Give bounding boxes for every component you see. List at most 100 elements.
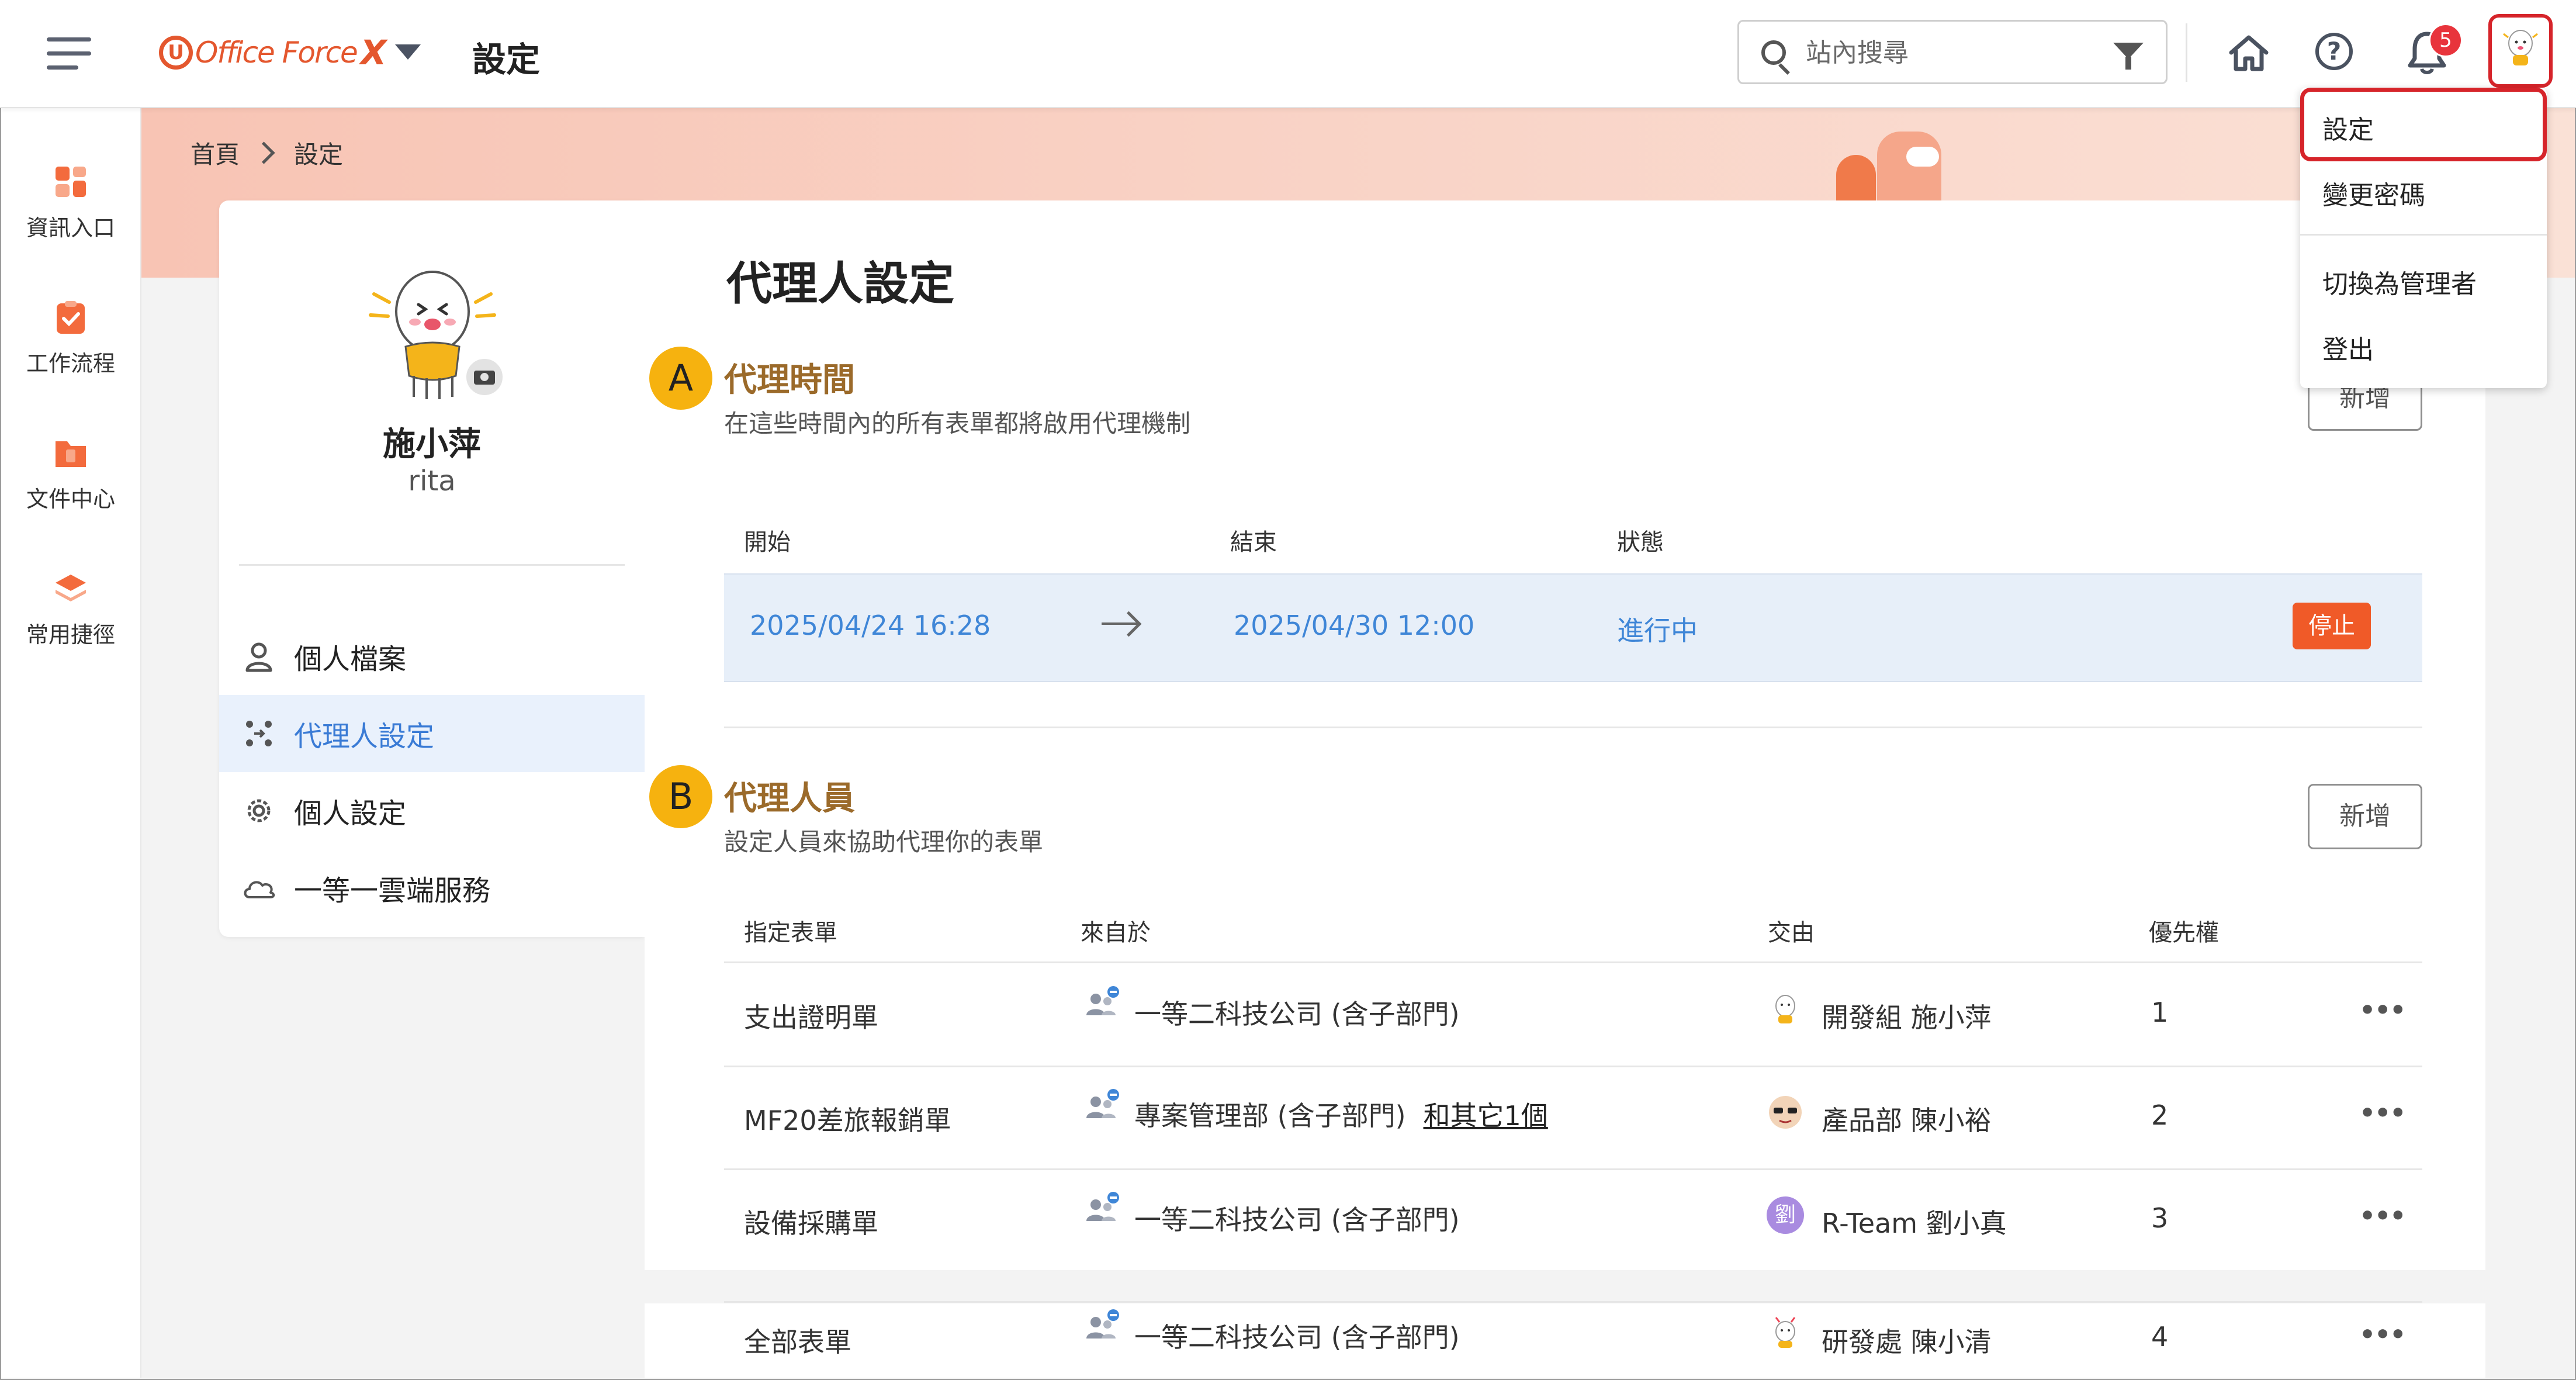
page-heading: 代理人設定 bbox=[726, 258, 955, 310]
more-options-icon[interactable]: ••• bbox=[2359, 1098, 2406, 1128]
logo-text: Office Force bbox=[195, 36, 358, 70]
portal-icon bbox=[56, 167, 86, 197]
cell-from: 一等二科技公司 (含子部門) bbox=[1134, 993, 1460, 1032]
marker-a: A bbox=[649, 347, 712, 410]
breadcrumb-current: 設定 bbox=[294, 140, 344, 169]
from-dept: 一等二科技公司 (含子部門) bbox=[1134, 998, 1460, 1030]
search-box[interactable] bbox=[1737, 20, 2168, 84]
more-options-icon[interactable]: ••• bbox=[2359, 1320, 2406, 1350]
menu-label: 個人設定 bbox=[294, 797, 407, 830]
add-agent-person-button[interactable]: 新增 bbox=[2308, 784, 2422, 849]
menu-label: 一等一雲端服務 bbox=[294, 874, 491, 907]
profile-name: 施小萍 bbox=[383, 426, 481, 464]
brand-logo[interactable]: U Office Force X bbox=[159, 32, 386, 73]
column-header-status: 狀態 bbox=[1617, 529, 1664, 556]
main-panel: 代理人設定 A 代理時間 在這些時間內的所有表單都將啟用代理機制 新增 開始 結… bbox=[645, 200, 2485, 1270]
department-icon bbox=[1086, 1089, 1119, 1118]
more-options-icon[interactable]: ••• bbox=[2359, 995, 2406, 1025]
column-header-priority: 優先權 bbox=[2149, 919, 2219, 946]
more-options-icon[interactable]: ••• bbox=[2359, 1201, 2406, 1231]
section-desc-agent-people: 設定人員來協助代理你的表單 bbox=[724, 828, 1044, 856]
agent-icon bbox=[246, 721, 272, 746]
profile-username: rita bbox=[408, 465, 456, 497]
cell-priority: 3 bbox=[2151, 1202, 2169, 1234]
header-separator bbox=[2186, 23, 2187, 82]
assignee-avatar bbox=[1775, 995, 1795, 1023]
menu-label: 代理人設定 bbox=[294, 720, 435, 753]
cell-priority: 4 bbox=[2151, 1321, 2169, 1353]
filter-icon[interactable] bbox=[2113, 43, 2144, 70]
agent-end-time: 2025/04/30 12:00 bbox=[1234, 610, 1475, 641]
rail-label: 常用捷徑 bbox=[26, 622, 115, 648]
user-avatar[interactable] bbox=[2500, 26, 2541, 72]
menu-item-switch-admin[interactable]: 切換為管理者 bbox=[2322, 263, 2477, 300]
assignee-avatar bbox=[1769, 1096, 1802, 1129]
user-dropdown-menu: 設定 變更密碼 切換為管理者 登出 bbox=[2300, 88, 2547, 388]
column-header-from: 來自於 bbox=[1081, 919, 1151, 946]
profile-menu-agent-settings[interactable]: 代理人設定 bbox=[219, 695, 645, 772]
table-row-4: 全部表單 一等二科技公司 (含子部門) 研發處 陳小清 4 ••• bbox=[645, 1301, 2485, 1378]
gear-icon bbox=[247, 799, 271, 822]
section-divider bbox=[724, 727, 2422, 728]
help-icon[interactable]: ? bbox=[2315, 33, 2353, 70]
search-input[interactable] bbox=[1805, 36, 2087, 70]
department-icon bbox=[1086, 1309, 1119, 1339]
workflow-icon bbox=[57, 301, 85, 334]
breadcrumb-home[interactable]: 首頁 bbox=[191, 135, 240, 171]
cell-form: 設備採購單 bbox=[744, 1208, 878, 1239]
rail-label: 文件中心 bbox=[26, 486, 115, 512]
cell-priority: 1 bbox=[2151, 997, 2169, 1028]
rail-item-portal[interactable]: 資訊入口 bbox=[1, 164, 140, 252]
agent-start-time: 2025/04/24 16:28 bbox=[750, 610, 991, 641]
cell-from: 一等二科技公司 (含子部門) bbox=[1134, 1316, 1460, 1355]
app-switch-caret-icon[interactable] bbox=[395, 44, 421, 60]
banner-cloud-decoration bbox=[1906, 147, 1939, 167]
menu-label: 個人檔案 bbox=[294, 643, 407, 676]
logo-mark-icon: U bbox=[159, 36, 193, 70]
section-title-agent-time: 代理時間 bbox=[724, 361, 855, 399]
camera-icon[interactable] bbox=[465, 357, 504, 397]
logo-x: X bbox=[360, 33, 387, 72]
menu-item-logout[interactable]: 登出 bbox=[2322, 328, 2374, 366]
from-dept: 一等二科技公司 (含子部門) bbox=[1134, 1322, 1460, 1353]
cell-from: 專案管理部 (含子部門) 和其它1個 bbox=[1134, 1095, 1548, 1133]
chevron-right-icon bbox=[252, 141, 275, 164]
rail-item-shortcuts[interactable]: 常用捷徑 bbox=[1, 571, 140, 659]
more-departments-link[interactable]: 和其它1個 bbox=[1424, 1100, 1548, 1132]
breadcrumb: 首頁 設定 bbox=[191, 135, 343, 171]
profile-card: 施小萍 rita 個人檔案 代理人設定 個人設定 一等一雲端服務 bbox=[219, 200, 645, 937]
hamburger-menu-icon[interactable] bbox=[47, 37, 91, 70]
cell-to: 產品部 陳小裕 bbox=[1822, 1105, 1992, 1136]
profile-menu-personal-file[interactable]: 個人檔案 bbox=[219, 618, 645, 695]
menu-item-change-password[interactable]: 變更密碼 bbox=[2322, 174, 2425, 212]
row-divider bbox=[724, 1168, 2422, 1170]
column-header-end: 結束 bbox=[1230, 529, 1277, 556]
column-header-form: 指定表單 bbox=[744, 919, 837, 946]
cell-to: 開發組 施小萍 bbox=[1822, 1002, 1992, 1033]
rail-label: 資訊入口 bbox=[26, 215, 115, 241]
from-dept: 專案管理部 (含子部門) bbox=[1134, 1100, 1406, 1132]
row-divider bbox=[724, 1066, 2422, 1067]
department-icon bbox=[1086, 1192, 1119, 1221]
profile-menu-personal-settings[interactable]: 個人設定 bbox=[219, 772, 645, 849]
shortcut-icon bbox=[56, 575, 86, 601]
rail-item-documents[interactable]: 文件中心 bbox=[1, 435, 140, 523]
from-dept: 一等二科技公司 (含子部門) bbox=[1134, 1204, 1460, 1236]
menu-item-settings[interactable]: 設定 bbox=[2322, 109, 2374, 146]
rail-item-workflow[interactable]: 工作流程 bbox=[1, 300, 140, 388]
stop-button[interactable]: 停止 bbox=[2293, 603, 2371, 649]
section-title-agent-people: 代理人員 bbox=[724, 780, 855, 818]
profile-menu-cloud-service[interactable]: 一等一雲端服務 bbox=[219, 849, 645, 926]
column-header-to: 交由 bbox=[1768, 919, 1815, 946]
cell-from: 一等二科技公司 (含子部門) bbox=[1134, 1199, 1460, 1237]
profile-divider bbox=[239, 564, 625, 566]
left-rail: 資訊入口 工作流程 文件中心 常用捷徑 bbox=[1, 108, 141, 1378]
home-icon[interactable] bbox=[2228, 33, 2270, 72]
top-header: U Office Force X 設定 ? 5 bbox=[0, 0, 2576, 108]
section-desc-agent-time: 在這些時間內的所有表單都將啟用代理機制 bbox=[724, 409, 1191, 438]
arrow-right-icon bbox=[1102, 622, 1138, 625]
row-divider bbox=[724, 1301, 2422, 1303]
rail-label: 工作流程 bbox=[26, 351, 115, 376]
marker-b: B bbox=[649, 765, 712, 828]
cloud-icon bbox=[244, 881, 275, 898]
